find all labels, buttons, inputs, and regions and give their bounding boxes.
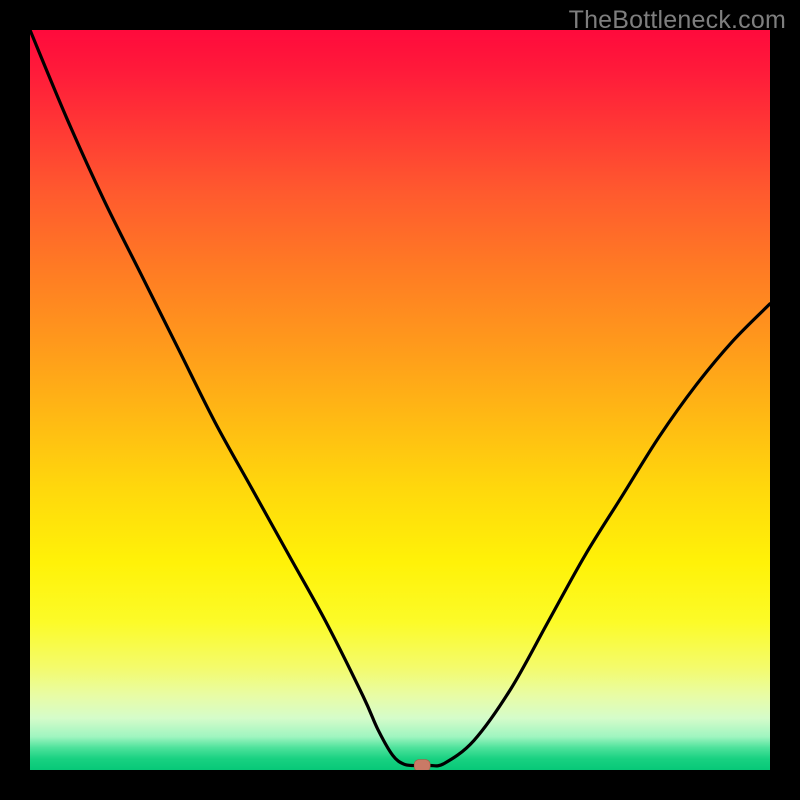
optimal-point-marker [414,760,430,770]
plot-area [30,30,770,770]
bottleneck-curve [30,30,770,766]
chart-frame: TheBottleneck.com [0,0,800,800]
curve-layer [30,30,770,770]
